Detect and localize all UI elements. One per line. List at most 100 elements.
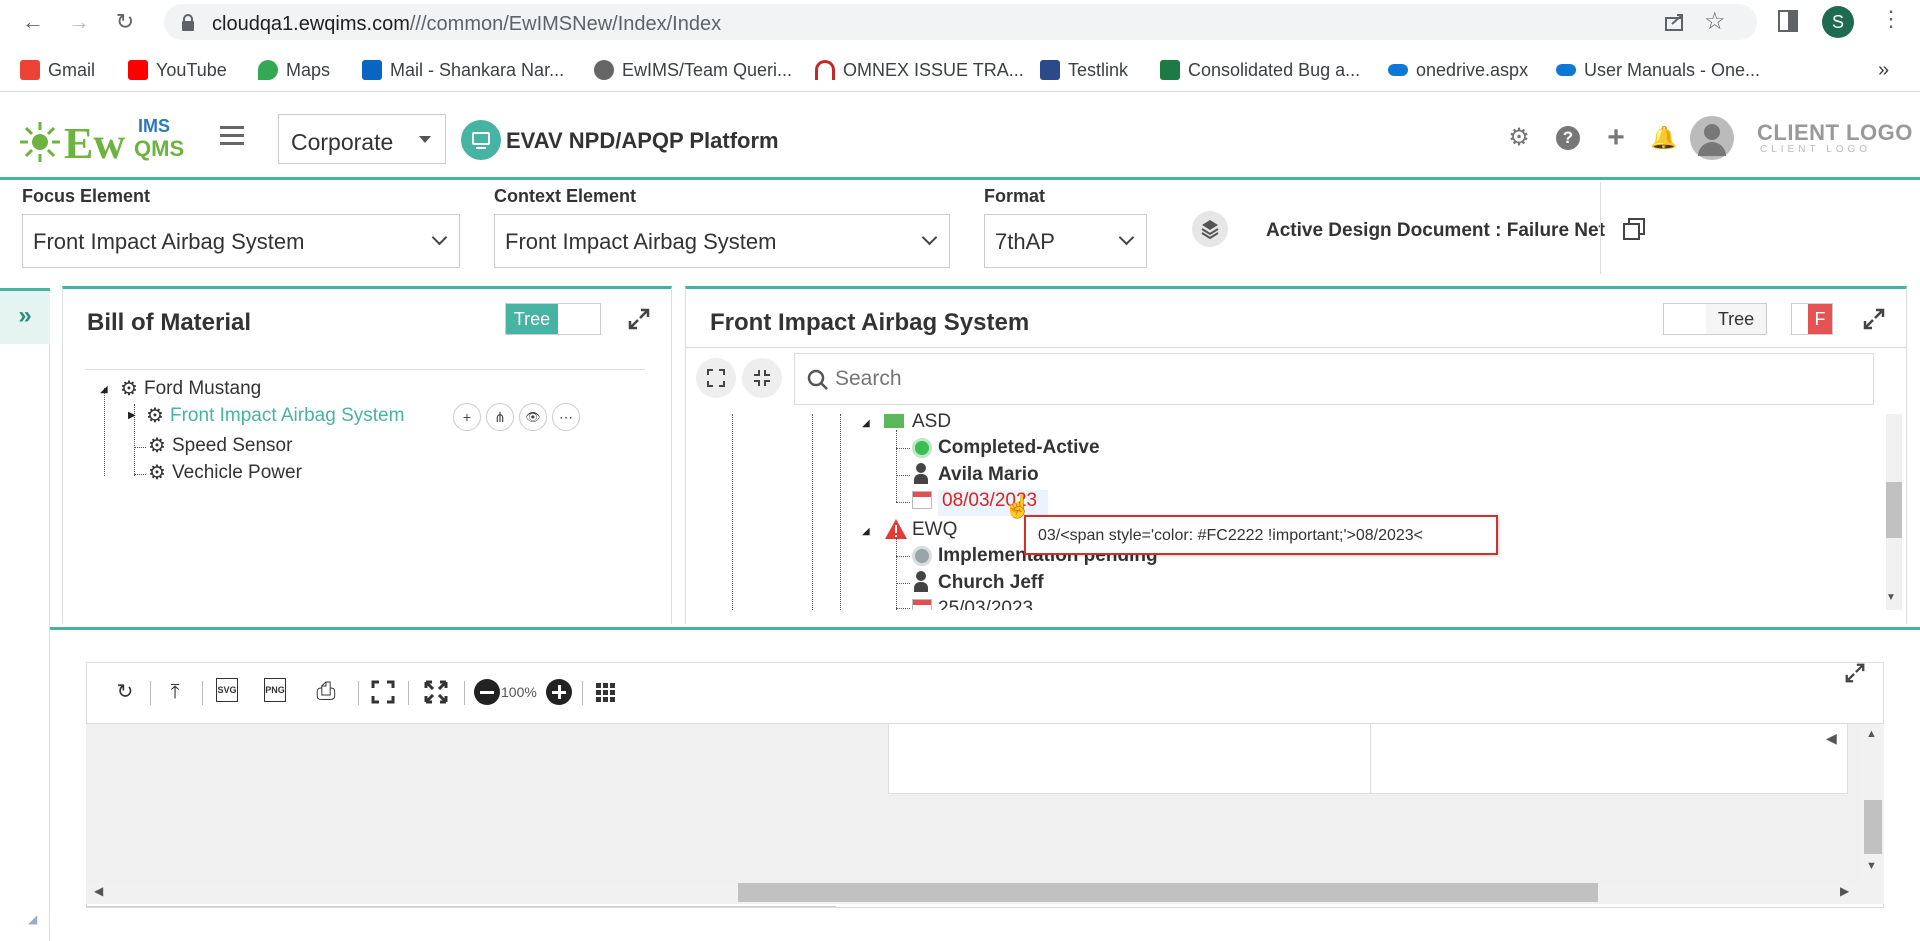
scroll-up-icon[interactable]: ▲ (1866, 728, 1877, 740)
search-icon (807, 369, 828, 390)
menu-kebab-icon[interactable]: ⋮ (1880, 6, 1902, 32)
upload-icon[interactable]: ⤒ (161, 678, 189, 706)
diagram-vscrollbar-thumb[interactable] (1864, 800, 1882, 854)
scroll-down-icon[interactable]: ▼ (1886, 592, 1896, 603)
client-logo-sub: CLIENT LOGO (1760, 144, 1872, 155)
bookmark-user-manuals[interactable]: User Manuals - One... (1556, 58, 1760, 82)
zoom-in-icon[interactable] (546, 679, 572, 705)
fullscreen-icon[interactable] (423, 679, 449, 705)
sidepanel-icon[interactable] (1778, 10, 1798, 32)
format-select[interactable]: 7thAP (984, 214, 1147, 268)
print-icon[interactable]: ⎙ (312, 678, 340, 706)
expand-all-button[interactable] (696, 358, 736, 398)
expand-icon[interactable] (1862, 307, 1886, 331)
collapse-triangle-icon[interactable]: ◢ (862, 418, 870, 429)
resize-handle-icon[interactable]: ◢ (28, 912, 37, 926)
tree-node-ewq-person[interactable]: Church Jeff (938, 572, 1044, 594)
address-bar[interactable]: cloudqa1.ewqims.com///common/EwIMSNew/In… (164, 4, 1757, 40)
corporate-select[interactable]: Corporate (278, 114, 446, 164)
diagram-hscrollbar-thumb[interactable] (738, 883, 1598, 902)
tree-node-ewq[interactable]: EWQ (912, 519, 957, 541)
focus-element-select[interactable]: Front Impact Airbag System (22, 214, 460, 268)
bom-node-vechicle-power[interactable]: ⚙ Vechicle Power (148, 462, 302, 484)
layers-icon[interactable] (1192, 211, 1228, 247)
scroll-right-icon[interactable]: ▶ (1840, 884, 1849, 898)
bookmark-onedrive[interactable]: onedrive.aspx (1388, 58, 1528, 82)
bookmarks-overflow-icon[interactable]: » (1878, 58, 1889, 82)
detail-tree-toggle[interactable]: Tree (1663, 303, 1767, 335)
bell-icon[interactable]: 🔔 (1650, 124, 1678, 152)
bookmark-omnex[interactable]: OMNEX ISSUE TRA... (815, 58, 1024, 82)
tree-line (896, 583, 910, 584)
collapse-triangle-icon[interactable]: ◢ (100, 384, 108, 395)
forward-icon[interactable]: → (64, 8, 94, 36)
expand-icon[interactable] (627, 307, 651, 331)
sidebar-expand-button[interactable]: » (0, 288, 50, 344)
tree-line (104, 388, 105, 476)
search-input[interactable] (835, 354, 1855, 404)
document-green-icon (884, 414, 904, 428)
copy-icon[interactable] (1623, 218, 1645, 240)
scroll-down-icon[interactable]: ▼ (1866, 860, 1877, 872)
grid-icon[interactable] (596, 683, 616, 703)
back-icon[interactable]: ← (18, 8, 48, 36)
lock-icon (182, 14, 194, 31)
add-child-button[interactable]: + (453, 403, 481, 431)
scroll-left-icon[interactable]: ◀ (94, 884, 103, 898)
expand-triangle-icon[interactable]: ▶ (128, 410, 136, 421)
bookmark-maps[interactable]: Maps (258, 58, 330, 82)
tree-node-asd-person[interactable]: Avila Mario (938, 464, 1039, 486)
collapse-all-button[interactable] (742, 358, 782, 398)
tree-line (896, 448, 910, 449)
add-icon[interactable]: + (1602, 123, 1630, 153)
png-export-icon[interactable]: PNG (264, 678, 286, 702)
scroll-left-icon[interactable]: ◀ (1826, 730, 1837, 747)
url-text: cloudqa1.ewqims.com///common/EwIMSNew/In… (212, 13, 722, 35)
bookmark-youtube[interactable]: YouTube (128, 58, 227, 82)
detail-f-toggle[interactable]: F (1791, 303, 1833, 335)
bom-node-speed-sensor[interactable]: ⚙ Speed Sensor (148, 435, 292, 457)
share-icon[interactable] (1664, 12, 1686, 32)
view-button[interactable]: 👁 (519, 403, 547, 431)
bom-node-ford-mustang[interactable]: ⚙ Ford Mustang (120, 378, 261, 400)
tree-line (896, 538, 897, 610)
tree-scrollbar-thumb[interactable] (1886, 482, 1902, 538)
onedrive-icon (1388, 64, 1408, 76)
user-avatar[interactable] (1690, 116, 1734, 160)
help-icon[interactable]: ? (1554, 124, 1582, 152)
bom-node-front-impact-airbag[interactable]: ⚙ Front Impact Airbag System (146, 405, 404, 427)
tree-line (732, 414, 733, 610)
bookmark-gmail[interactable]: Gmail (20, 58, 95, 82)
tree-node-asd[interactable]: ASD (912, 411, 951, 433)
bookmark-consolidated[interactable]: Consolidated Bug a... (1160, 58, 1360, 82)
tree-node-ewq-date[interactable]: 25/03/2023 (938, 598, 1033, 610)
onedrive-icon (1556, 64, 1576, 76)
refresh-icon[interactable]: ↻ (111, 678, 139, 706)
bookmark-ewims[interactable]: EwIMS/Team Queri... (594, 58, 792, 82)
collapse-triangle-icon[interactable]: ◢ (862, 526, 870, 537)
profile-avatar[interactable]: S (1822, 6, 1854, 38)
app-logo[interactable]: Ew IMS QMS (18, 114, 193, 168)
fit-screen-icon[interactable] (370, 679, 396, 705)
format-label: Format (984, 186, 1046, 206)
context-element-label: Context Element (494, 186, 637, 206)
gear-icon[interactable]: ⚙ (1505, 124, 1533, 152)
sun-logo-icon (20, 122, 60, 162)
more-button[interactable]: ⋯ (552, 403, 580, 431)
bookmark-mail[interactable]: Mail - Shankara Nar... (362, 58, 564, 82)
toolbar-separator (150, 681, 151, 705)
hamburger-menu-icon[interactable] (220, 126, 244, 146)
context-element-select[interactable]: Front Impact Airbag System (494, 214, 950, 268)
star-icon[interactable]: ☆ (1704, 7, 1726, 36)
bom-tree-toggle[interactable]: Tree (505, 303, 601, 335)
svg-export-icon[interactable]: SVG (216, 678, 238, 702)
zoom-out-icon[interactable] (474, 679, 500, 705)
bookmark-testlink[interactable]: Testlink (1040, 58, 1128, 82)
hierarchy-button[interactable]: ⋔ (486, 403, 514, 431)
tree-node-asd-status[interactable]: Completed-Active (938, 437, 1100, 459)
search-box[interactable] (794, 353, 1874, 405)
reload-icon[interactable]: ↻ (110, 8, 140, 36)
toolbar-separator (408, 681, 409, 705)
tree-node-asd-date[interactable]: 08/03/2023 (938, 490, 1048, 516)
status-pending-icon (912, 546, 932, 566)
